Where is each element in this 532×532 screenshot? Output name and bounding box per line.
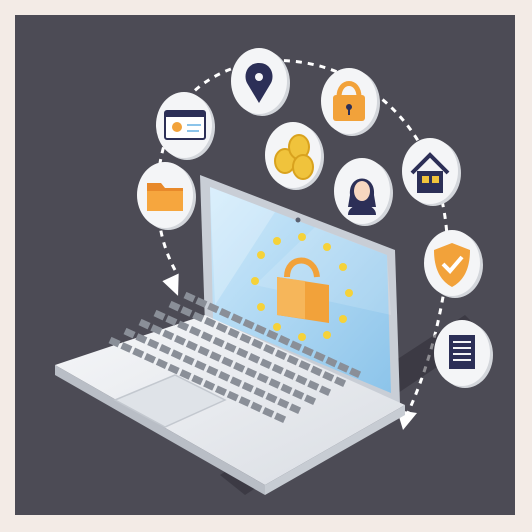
folder-bubble	[137, 162, 196, 230]
location-pin-bubble	[231, 48, 290, 116]
home-bubble	[402, 138, 461, 206]
document-bubble	[434, 320, 493, 388]
arrow-head-left-icon	[162, 273, 179, 296]
document-icon	[449, 335, 475, 369]
shield-check-bubble	[424, 230, 483, 298]
id-card-icon	[164, 110, 206, 140]
id-card-bubble	[156, 92, 215, 160]
padlock-bubble	[321, 68, 380, 136]
illustration-panel	[15, 15, 515, 515]
coins-bubble	[265, 122, 324, 190]
illustration	[55, 48, 493, 495]
user-avatar-bubble	[334, 158, 393, 226]
